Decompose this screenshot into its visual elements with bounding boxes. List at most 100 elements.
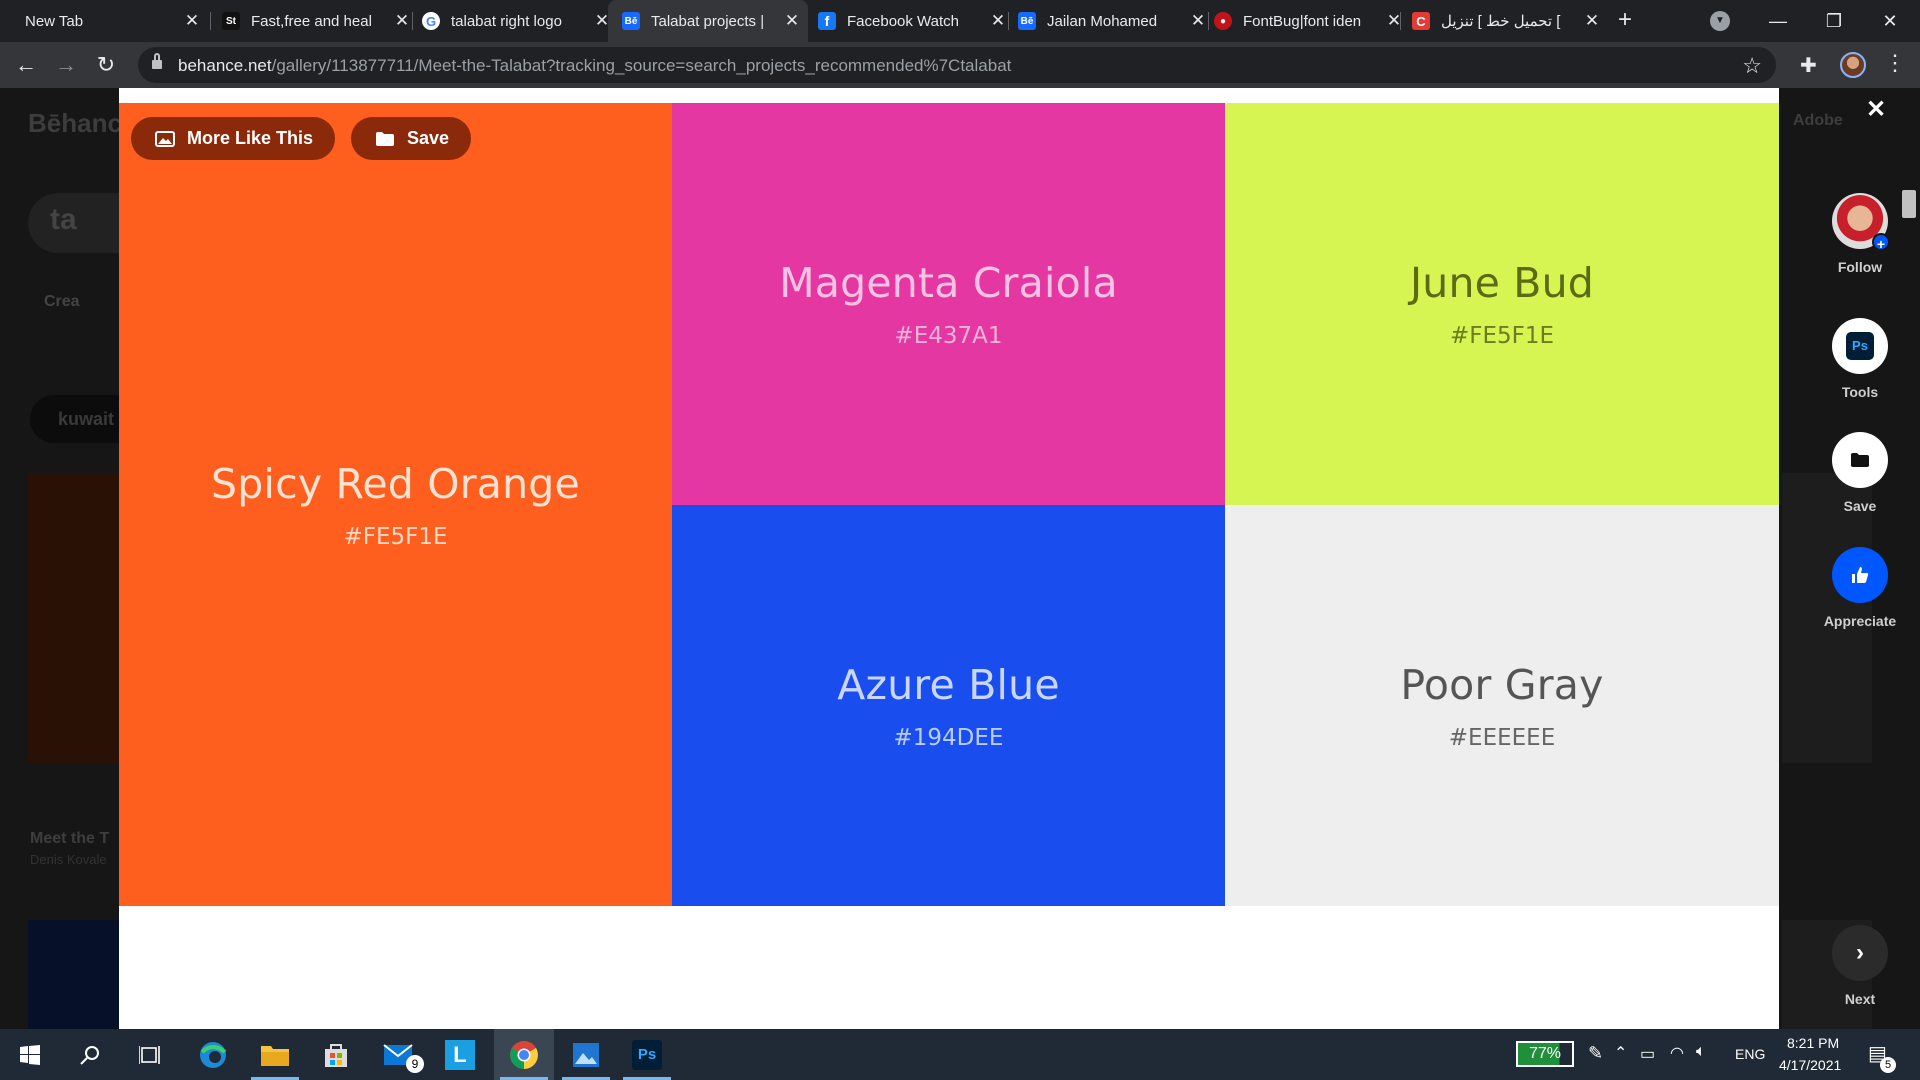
edge-icon[interactable] bbox=[183, 1029, 243, 1080]
kebab-menu-icon[interactable]: ⋮ bbox=[1884, 50, 1906, 76]
clock-time[interactable]: 8:21 PM bbox=[1787, 1035, 1839, 1051]
tab-title: Facebook Watch bbox=[847, 12, 959, 30]
tab-arabic-font[interactable]: C تحميل خط ] تنزيل [ ✕ bbox=[1412, 0, 1602, 42]
swatch-name: June Bud bbox=[1409, 259, 1595, 307]
forward-arrow-icon[interactable]: → bbox=[52, 51, 80, 79]
tab-strip: New Tab ✕ St Fast,free and heal ✕ G tala… bbox=[0, 0, 1920, 42]
swatch-hex: #194DEE bbox=[893, 724, 1004, 751]
tab-search-chevron-icon[interactable]: ▼ bbox=[1710, 11, 1730, 31]
tab-close-icon[interactable]: ✕ bbox=[1384, 11, 1404, 31]
save-label: Save bbox=[407, 128, 450, 148]
swatch-name: Azure Blue bbox=[837, 660, 1060, 709]
swatch-hex: #EEEEEE bbox=[1448, 724, 1556, 751]
lock-icon[interactable] bbox=[152, 53, 162, 70]
tab-close-icon[interactable]: ✕ bbox=[988, 11, 1008, 31]
swatch-hex: #FE5F1E bbox=[343, 523, 448, 550]
battery-indicator[interactable]: 77% bbox=[1516, 1041, 1574, 1067]
chevron-up-icon[interactable]: ⌃ bbox=[1614, 1043, 1627, 1063]
task-view-icon[interactable] bbox=[120, 1029, 180, 1080]
tab-new-tab[interactable]: New Tab ✕ bbox=[12, 0, 202, 42]
tab-close-icon[interactable]: ✕ bbox=[182, 11, 202, 31]
red-c-icon: C bbox=[1412, 12, 1430, 30]
swatch-azure-blue: Azure Blue #194DEE bbox=[672, 505, 1225, 906]
extensions-puzzle-icon[interactable]: ✚ bbox=[1800, 53, 1817, 78]
close-modal-icon[interactable]: ✕ bbox=[1864, 98, 1888, 122]
next-label: Next bbox=[1844, 991, 1876, 1007]
tab-close-icon[interactable]: ✕ bbox=[1582, 11, 1602, 31]
swatch-name: Spicy Red Orange bbox=[211, 459, 580, 508]
photos-icon[interactable] bbox=[556, 1029, 616, 1080]
volume-icon[interactable]: 🔈︎ bbox=[1696, 1043, 1706, 1061]
swatch-name: Magenta Craiola bbox=[779, 259, 1118, 307]
file-explorer-icon[interactable] bbox=[245, 1029, 305, 1080]
tab-talabat-projects[interactable]: Bē Talabat projects | ✕ bbox=[608, 0, 808, 42]
language-indicator[interactable]: ENG bbox=[1735, 1046, 1765, 1062]
save-button[interactable]: Save bbox=[351, 117, 472, 160]
wifi-icon[interactable]: ◠ bbox=[1670, 1043, 1684, 1063]
address-bar[interactable]: behance.net/gallery/113877711/Meet-the-T… bbox=[138, 47, 1776, 83]
clock-date[interactable]: 4/17/2021 bbox=[1779, 1057, 1841, 1073]
store-icon[interactable] bbox=[306, 1029, 366, 1080]
create-link[interactable]: Crea bbox=[44, 293, 80, 311]
tab-jailan-mohamed[interactable]: Bē Jailan Mohamed ✕ bbox=[1018, 0, 1208, 42]
save-circle bbox=[1832, 432, 1888, 488]
facebook-icon: f bbox=[818, 12, 836, 30]
back-arrow-icon[interactable]: ← bbox=[12, 51, 40, 79]
search-text: ta bbox=[50, 203, 77, 236]
project-card[interactable] bbox=[28, 473, 120, 763]
project-card[interactable] bbox=[28, 920, 120, 1029]
follow-action[interactable]: + Follow bbox=[1806, 193, 1914, 275]
tools-action[interactable]: Ps Tools bbox=[1806, 318, 1914, 400]
creator-avatar[interactable]: + bbox=[1832, 193, 1890, 252]
tab-close-icon[interactable]: ✕ bbox=[392, 11, 412, 31]
next-action[interactable]: › Next bbox=[1806, 925, 1914, 1007]
project-card-author[interactable]: Denis Kovale bbox=[30, 852, 107, 867]
scrollbar-thumb[interactable] bbox=[1902, 190, 1916, 218]
swatch-name: Poor Gray bbox=[1400, 660, 1604, 709]
tools-circle: Ps bbox=[1832, 318, 1888, 374]
tab-fast-free[interactable]: St Fast,free and heal ✕ bbox=[222, 0, 412, 42]
battery-icon[interactable]: ▭ bbox=[1640, 1044, 1655, 1064]
more-like-this-button[interactable]: More Like This bbox=[131, 117, 336, 160]
tab-title: talabat right logo bbox=[451, 12, 562, 30]
maximize-icon[interactable]: ❐ bbox=[1814, 6, 1854, 36]
chrome-icon[interactable] bbox=[494, 1029, 554, 1080]
swatch-poor-gray: Poor Gray #EEEEEE bbox=[1225, 505, 1779, 906]
chevron-right-icon: › bbox=[1856, 939, 1864, 966]
mail-icon[interactable]: 9 bbox=[368, 1029, 428, 1080]
tab-title: New Tab bbox=[25, 12, 84, 30]
l-app-icon[interactable]: L bbox=[430, 1029, 490, 1080]
notification-count: 5 bbox=[1880, 1057, 1896, 1073]
tab-fontbug[interactable]: ● FontBug|font iden ✕ bbox=[1214, 0, 1404, 42]
tab-title: تحميل خط ] تنزيل [ bbox=[1441, 13, 1561, 30]
bookmark-star-icon[interactable]: ☆ bbox=[1742, 53, 1762, 79]
google-icon: G bbox=[422, 12, 440, 30]
save-action[interactable]: Save bbox=[1806, 432, 1914, 514]
project-card-title[interactable]: Meet the T bbox=[30, 830, 109, 848]
photoshop-taskbar-icon[interactable]: Ps bbox=[617, 1029, 677, 1080]
reload-icon[interactable]: ↻ bbox=[92, 51, 120, 79]
appreciate-action[interactable]: Appreciate bbox=[1806, 547, 1914, 629]
photoshop-icon: Ps bbox=[1846, 332, 1874, 360]
pen-icon[interactable]: ✎ bbox=[1588, 1043, 1603, 1064]
new-tab-plus-icon[interactable]: + bbox=[1612, 8, 1638, 34]
url-text[interactable]: behance.net/gallery/113877711/Meet-the-T… bbox=[178, 56, 1011, 76]
tab-talabat-logo[interactable]: G talabat right logo ✕ bbox=[422, 0, 612, 42]
minimize-icon[interactable]: — bbox=[1758, 6, 1798, 36]
windows-start-icon[interactable] bbox=[0, 1029, 60, 1080]
search-icon[interactable] bbox=[60, 1029, 120, 1080]
window-close-icon[interactable]: ✕ bbox=[1870, 6, 1910, 36]
folder-icon bbox=[376, 131, 394, 146]
tab-facebook-watch[interactable]: f Facebook Watch ✕ bbox=[818, 0, 1008, 42]
tab-close-icon[interactable]: ✕ bbox=[782, 11, 802, 31]
tab-close-icon[interactable]: ✕ bbox=[1188, 11, 1208, 31]
profile-avatar[interactable] bbox=[1840, 52, 1866, 78]
plus-icon: + bbox=[1872, 233, 1890, 252]
swatch-june-bud: June Bud #FE5F1E bbox=[1225, 103, 1779, 505]
mail-badge: 9 bbox=[406, 1055, 424, 1073]
follow-label: Follow bbox=[1837, 259, 1883, 275]
fontbug-icon: ● bbox=[1214, 12, 1232, 30]
tab-title: Jailan Mohamed bbox=[1047, 12, 1158, 30]
tools-label: Tools bbox=[1841, 384, 1879, 400]
tab-title: Talabat projects | bbox=[651, 12, 765, 30]
